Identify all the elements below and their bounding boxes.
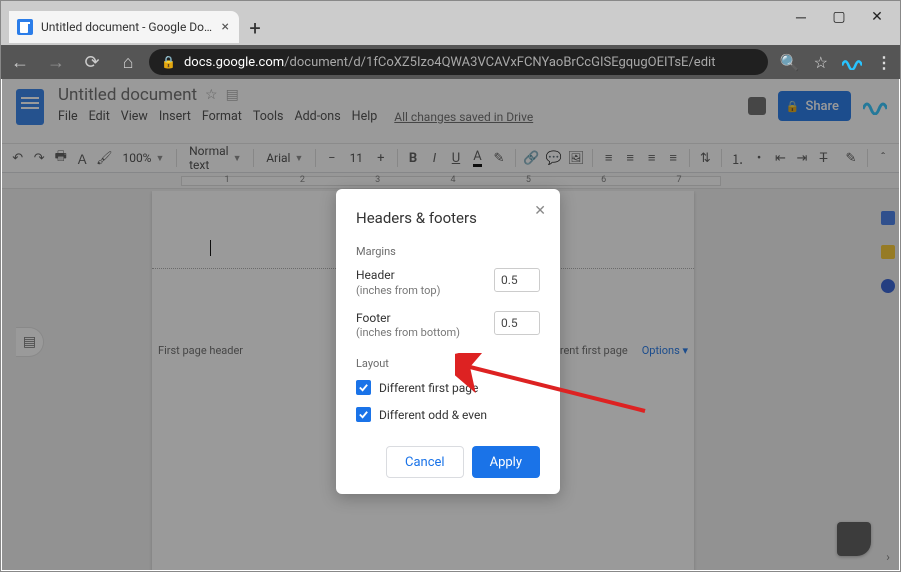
footer-margin-label: Footer: [356, 311, 460, 327]
header-margin-sublabel: (inches from top): [356, 284, 440, 297]
lock-icon: 🔒: [161, 55, 176, 69]
extension-wave-icon[interactable]: [842, 55, 862, 69]
minimize-icon[interactable]: ─: [794, 9, 808, 26]
url-input[interactable]: 🔒 docs.google.com/document/d/1fCoXZ5Izo4…: [149, 49, 768, 75]
browser-titlebar: Untitled document - Google Docs × + ─ ▢ …: [1, 1, 900, 45]
close-tab-icon[interactable]: ×: [222, 19, 229, 35]
header-margin-input[interactable]: [494, 268, 540, 292]
more-menu-icon[interactable]: ⋮: [876, 53, 890, 72]
diff-odd-even-label: Different odd & even: [379, 408, 487, 422]
diff-first-page-label: Different first page: [379, 381, 478, 395]
reload-icon[interactable]: ⟳: [83, 52, 101, 73]
window-controls: ─ ▢ ✕: [794, 1, 892, 45]
apply-button[interactable]: Apply: [472, 446, 540, 478]
browser-tab[interactable]: Untitled document - Google Docs ×: [9, 11, 239, 43]
new-tab-button[interactable]: +: [239, 11, 271, 45]
margins-section-label: Margins: [356, 245, 540, 258]
docs-favicon-icon: [17, 19, 33, 35]
cancel-button[interactable]: Cancel: [386, 446, 464, 478]
footer-margin-sublabel: (inches from bottom): [356, 326, 460, 339]
dialog-title: Headers & footers: [356, 209, 540, 227]
footer-margin-input[interactable]: [494, 311, 540, 335]
close-icon[interactable]: ✕: [534, 203, 546, 219]
layout-section-label: Layout: [356, 357, 540, 370]
zoom-icon[interactable]: 🔍: [780, 53, 800, 72]
close-window-icon[interactable]: ✕: [870, 9, 884, 25]
header-margin-label: Header: [356, 268, 440, 284]
headers-footers-dialog: ✕ Headers & footers Margins Header (inch…: [336, 189, 560, 494]
tab-title: Untitled document - Google Docs: [41, 20, 216, 34]
address-bar: ← → ⟳ ⌂ 🔒 docs.google.com/document/d/1fC…: [1, 45, 900, 79]
url-path: /document/d/1fCoXZ5Izo4QWA3VCAVxFCNYaoBr…: [284, 55, 715, 70]
diff-odd-even-checkbox[interactable]: [356, 407, 371, 422]
url-host: docs.google.com: [184, 55, 284, 70]
back-icon[interactable]: ←: [11, 52, 29, 73]
bookmark-star-icon[interactable]: ☆: [814, 53, 828, 72]
maximize-icon[interactable]: ▢: [832, 9, 846, 25]
home-icon[interactable]: ⌂: [119, 52, 137, 73]
diff-first-page-checkbox[interactable]: [356, 380, 371, 395]
forward-icon[interactable]: →: [47, 52, 65, 73]
